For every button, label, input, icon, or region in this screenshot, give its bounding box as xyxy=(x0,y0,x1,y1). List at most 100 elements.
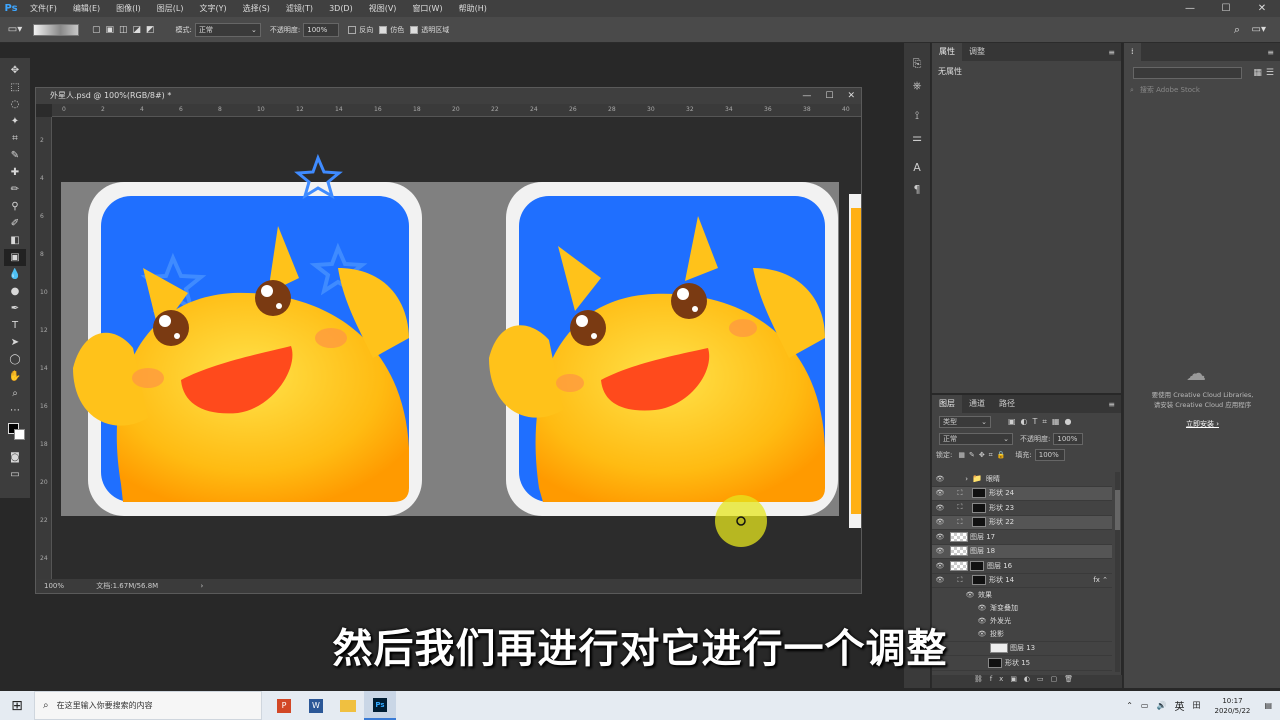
gradient-swatch[interactable] xyxy=(33,23,79,36)
panel-menu-icon[interactable]: ≡ xyxy=(1108,48,1115,57)
quick-mask-icon[interactable]: ◙ xyxy=(4,449,26,466)
status-menu-icon[interactable]: › xyxy=(200,582,203,590)
layer-footer-icons[interactable]: ⛓fx▣◐▭▢🗑 xyxy=(974,675,1080,683)
zoom-tool-icon[interactable]: ⌕ xyxy=(4,385,26,402)
document-tab[interactable]: 外星人.psd @ 100%(RGB/8#) * xyxy=(36,88,861,104)
menu-type[interactable]: 文字(Y) xyxy=(191,3,234,14)
reverse-checkbox[interactable] xyxy=(348,25,357,34)
fill-input[interactable]: 100% xyxy=(1034,449,1065,461)
close-button[interactable]: ✕ xyxy=(1244,0,1280,17)
menu-edit[interactable]: 编辑(E) xyxy=(65,3,108,14)
gradient-type-icons[interactable]: ▢▣◫◪◩ xyxy=(92,25,160,35)
workspace-icon[interactable]: ▭▾ xyxy=(1252,24,1266,35)
visibility-eye-icon[interactable]: 👁 xyxy=(932,533,948,541)
tray-expand-icon[interactable]: ⌃ xyxy=(1126,701,1133,710)
maximize-button[interactable]: ☐ xyxy=(1208,0,1244,17)
lasso-tool-icon[interactable]: ◌ xyxy=(4,96,26,113)
actions-icon[interactable]: ⎈ xyxy=(904,75,930,97)
gradient-tool-icon[interactable]: ▭▾ xyxy=(0,24,30,35)
shape-tool-icon[interactable]: ◯ xyxy=(4,351,26,368)
powerpoint-app-icon[interactable]: P xyxy=(268,691,300,720)
character-icon[interactable]: A xyxy=(904,157,930,179)
libraries-tab-icon[interactable]: ⁞ xyxy=(1124,43,1141,61)
magic-wand-tool-icon[interactable]: ✦ xyxy=(4,113,26,130)
menu-filter[interactable]: 滤镜(T) xyxy=(278,3,321,14)
more-tools-icon[interactable]: ⋯ xyxy=(4,402,26,419)
gradient-tool-icon[interactable]: ▣ xyxy=(4,249,26,266)
menu-window[interactable]: 窗口(W) xyxy=(404,3,450,14)
menu-3d[interactable]: 3D(D) xyxy=(321,4,361,13)
visibility-eye-icon[interactable]: 👁 xyxy=(932,562,948,570)
screen-mode-icon[interactable]: ▭ xyxy=(4,466,26,483)
ime-indicator[interactable]: 英 xyxy=(1174,698,1184,713)
eraser-tool-icon[interactable]: ◧ xyxy=(4,232,26,249)
layer-row[interactable]: 👁 图层 18 xyxy=(932,544,1112,559)
dither-checkbox[interactable] xyxy=(379,25,388,34)
paragraph-icon[interactable]: ¶ xyxy=(904,179,930,201)
healing-tool-icon[interactable]: ✚ xyxy=(4,164,26,181)
visibility-eye-icon[interactable]: 👁 xyxy=(932,489,948,497)
layer-row[interactable]: 👁 图层 16 xyxy=(932,559,1112,574)
layer-row[interactable]: 👁 ⛶ 形状 14 fx ⌃ xyxy=(932,574,1112,588)
start-button[interactable]: ⊞ xyxy=(0,691,34,720)
filter-icons[interactable]: ▣◐T⌗▦● xyxy=(1008,417,1076,427)
path-selection-icon[interactable]: ➤ xyxy=(4,334,26,351)
eyedropper-tool-icon[interactable]: ✎ xyxy=(4,147,26,164)
layer-row[interactable]: 👁 图层 17 xyxy=(932,530,1112,545)
tab-paths[interactable]: 路径 xyxy=(992,395,1022,413)
color-swatches-icon[interactable] xyxy=(4,419,26,449)
search-icon[interactable]: ⌕ xyxy=(1234,23,1240,37)
word-app-icon[interactable]: W xyxy=(300,691,332,720)
tab-adjustments[interactable]: 调整 xyxy=(962,43,992,61)
adjust-icon[interactable]: ⚌ xyxy=(904,127,930,149)
panel-menu-icon[interactable]: ≡ xyxy=(1267,48,1274,57)
tab-layers[interactable]: 图层 xyxy=(932,395,962,413)
brush-settings-icon[interactable]: ⟟ xyxy=(904,105,930,127)
volume-icon[interactable]: 🔊 xyxy=(1156,701,1166,710)
menu-layer[interactable]: 图层(L) xyxy=(149,3,192,14)
notification-icon[interactable]: ▤ xyxy=(1264,701,1272,710)
layer-row[interactable]: 👁 › 📁 眼睛 xyxy=(932,472,1112,487)
menu-view[interactable]: 视图(V) xyxy=(361,3,405,14)
library-select[interactable] xyxy=(1133,67,1243,79)
brush-tool-icon[interactable]: ✏ xyxy=(4,181,26,198)
panel-menu-icon[interactable]: ≡ xyxy=(1108,400,1115,409)
file-info[interactable]: 文档:1.67M/56.8M xyxy=(96,582,158,590)
history-icon[interactable]: ⎘ xyxy=(904,53,930,75)
install-link[interactable]: 立即安装 › xyxy=(1124,419,1280,429)
tab-properties[interactable]: 属性 xyxy=(932,43,962,61)
taskbar-search[interactable]: ⌕ 在这里输入你要搜索的内容 xyxy=(34,691,262,720)
ime-mode-icon[interactable]: 田 xyxy=(1192,700,1200,711)
visibility-eye-icon[interactable]: 👁 xyxy=(974,604,990,612)
blur-tool-icon[interactable]: 💧 xyxy=(4,266,26,283)
hand-tool-icon[interactable]: ✋ xyxy=(4,368,26,385)
network-icon[interactable]: ▭ xyxy=(1141,701,1149,710)
file-explorer-icon[interactable] xyxy=(332,691,364,720)
marquee-tool-icon[interactable]: ⬚ xyxy=(4,79,26,96)
zoom-level[interactable]: 100% xyxy=(44,582,64,590)
visibility-eye-icon[interactable]: 👁 xyxy=(962,591,978,599)
menu-select[interactable]: 选择(S) xyxy=(235,3,278,14)
blend-mode-select[interactable]: 正常 ⌄ xyxy=(939,433,1013,445)
horizontal-ruler[interactable]: 0 2 4 6 8 10 12 14 16 18 20 22 24 26 28 30 32 34 36 38 40 xyxy=(52,104,861,117)
opacity-input[interactable]: 100% xyxy=(303,22,340,37)
layer-row[interactable]: 👁 ⛶ 形状 23 xyxy=(932,501,1112,516)
minimize-button[interactable]: — xyxy=(1172,0,1208,17)
lock-icons[interactable]: ▦✎✥⌗🔒 xyxy=(958,451,1009,460)
visibility-eye-icon[interactable]: 👁 xyxy=(932,504,948,512)
menu-image[interactable]: 图像(I) xyxy=(108,3,149,14)
crop-tool-icon[interactable]: ⌗ xyxy=(4,130,26,147)
type-tool-icon[interactable]: T xyxy=(4,317,26,334)
visibility-eye-icon[interactable]: 👁 xyxy=(932,576,948,584)
layer-row[interactable]: 👁 ⛶ 形状 24 xyxy=(932,486,1112,501)
visibility-eye-icon[interactable]: 👁 xyxy=(932,547,948,555)
history-brush-icon[interactable]: ✐ xyxy=(4,215,26,232)
layer-filter-select[interactable]: 类型 ⌄ xyxy=(939,416,991,428)
stock-search-input[interactable]: 搜索 Adobe Stock xyxy=(1140,85,1200,95)
doc-minimize-button[interactable]: — xyxy=(802,88,811,104)
transparency-checkbox[interactable] xyxy=(410,25,419,34)
doc-maximize-button[interactable]: ☐ xyxy=(825,88,833,104)
layer-opacity-input[interactable]: 100% xyxy=(1053,433,1084,445)
photoshop-app-icon[interactable]: Ps xyxy=(364,691,396,720)
pen-tool-icon[interactable]: ✒ xyxy=(4,300,26,317)
